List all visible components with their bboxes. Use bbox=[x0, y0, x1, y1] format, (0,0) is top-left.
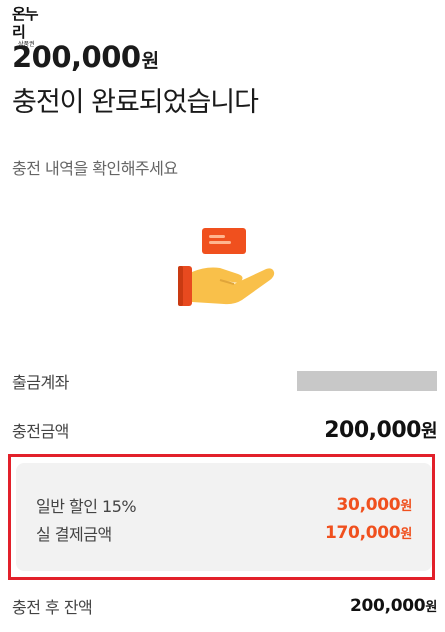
balance-value: 200,000원 bbox=[350, 596, 437, 616]
balance-label: 충전 후 잔액 bbox=[12, 598, 93, 617]
discount-row: 일반 할인 15% 30,000원 bbox=[36, 493, 412, 517]
page-subtitle: 충전 내역을 확인해주세요 bbox=[12, 159, 178, 178]
actual-payment-unit: 원 bbox=[400, 527, 412, 542]
actual-payment-value: 170,000원 bbox=[325, 523, 412, 543]
discount-value: 30,000원 bbox=[336, 495, 413, 515]
withdraw-account-label: 출금계좌 bbox=[12, 373, 69, 392]
discount-summary-box: 일반 할인 15% 30,000원 실 결제금액 170,000원 bbox=[16, 463, 432, 571]
hand-receiving-card-icon bbox=[176, 224, 276, 310]
charge-amount-unit: 원 bbox=[420, 421, 438, 442]
balance-row: 충전 후 잔액 200,000원 bbox=[12, 594, 437, 618]
discount-unit: 원 bbox=[400, 499, 412, 514]
discount-label: 일반 할인 15% bbox=[36, 497, 137, 516]
charged-amount-value: 200,000 bbox=[12, 40, 141, 74]
logo-text: 온누리 bbox=[12, 5, 39, 41]
charge-amount-row: 충전금액 200,000원 bbox=[12, 417, 438, 443]
charge-complete-screen: 온누리 상품권 200,000원 충전이 완료되었습니다 충전 내역을 확인해주… bbox=[0, 0, 445, 632]
discount-amount: 30,000 bbox=[336, 495, 401, 515]
charge-amount-number: 200,000 bbox=[324, 418, 421, 443]
charged-amount-title: 200,000원 bbox=[12, 40, 159, 78]
withdraw-account-masked bbox=[297, 371, 437, 391]
withdraw-account-row: 출금계좌 bbox=[12, 369, 437, 393]
charged-amount-unit: 원 bbox=[141, 50, 159, 72]
onnuri-logo: 온누리 상품권 bbox=[12, 5, 42, 48]
charge-amount-value: 200,000원 bbox=[324, 417, 437, 443]
page-title: 충전이 완료되었습니다 bbox=[12, 87, 259, 118]
actual-payment-amount: 170,000 bbox=[324, 523, 401, 543]
balance-unit: 원 bbox=[425, 600, 437, 615]
actual-payment-label: 실 결제금액 bbox=[36, 525, 112, 544]
balance-amount: 200,000 bbox=[349, 596, 426, 616]
actual-payment-row: 실 결제금액 170,000원 bbox=[36, 521, 412, 545]
charge-amount-label: 충전금액 bbox=[12, 422, 69, 441]
